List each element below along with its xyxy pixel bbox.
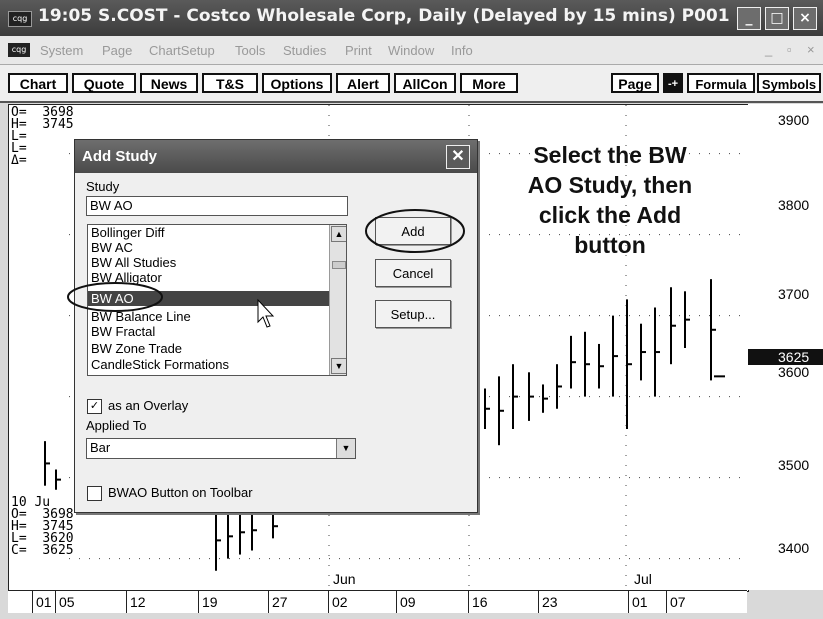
y-tick-label: 3900 — [778, 112, 810, 128]
app-menu-icon[interactable]: cqg — [8, 43, 30, 57]
toolbar-button-checkbox[interactable] — [87, 486, 102, 501]
overlay-checkbox[interactable]: ✓ — [87, 399, 102, 414]
list-item[interactable]: BW AC — [88, 240, 330, 255]
minimize-button[interactable]: _ — [737, 7, 761, 30]
window-title: 19:05 S.COST - Costco Wholesale Corp, Da… — [38, 6, 730, 26]
scroll-thumb[interactable] — [332, 261, 346, 269]
y-tick-label: 3700 — [778, 286, 810, 302]
list-item[interactable]: BW All Studies — [88, 255, 330, 270]
toolbar-button-label: BWAO Button on Toolbar — [108, 485, 253, 500]
app-logo-icon: cqg — [8, 11, 32, 27]
list-item[interactable]: BW Fractal — [88, 324, 330, 339]
menu-info[interactable]: Info — [451, 43, 473, 58]
menu-system[interactable]: System — [40, 43, 83, 58]
chevron-down-icon[interactable]: ▼ — [336, 439, 355, 458]
list-item-selected[interactable]: BW AO — [88, 291, 330, 306]
quote-button[interactable]: Quote — [72, 73, 136, 93]
dialog-close-icon[interactable]: ✕ — [446, 145, 470, 169]
applied-to-label: Applied To — [86, 418, 147, 433]
current-price-label: 3625 — [748, 349, 823, 365]
month-label-jun: Jun — [333, 571, 356, 587]
y-tick-label: 3500 — [778, 457, 810, 473]
more-button[interactable]: More — [460, 73, 518, 93]
cancel-button[interactable]: Cancel — [375, 259, 451, 287]
x-tick-label: 02 — [332, 594, 348, 610]
dialog-title: Add Study — [82, 148, 157, 165]
y-tick-label: 3400 — [778, 540, 810, 556]
symbols-button[interactable]: Symbols — [757, 73, 821, 93]
x-tick-label: 12 — [130, 594, 146, 610]
list-item[interactable]: BW Zone Trade — [88, 341, 330, 356]
news-button[interactable]: News — [140, 73, 198, 93]
list-item[interactable]: BW Alligator — [88, 270, 330, 285]
y-tick-label: 3800 — [778, 197, 810, 213]
chart-button[interactable]: Chart — [8, 73, 68, 93]
x-tick-label: 05 — [59, 594, 75, 610]
month-label-jul: Jul — [634, 571, 652, 587]
menu-tools[interactable]: Tools — [235, 43, 265, 58]
scroll-up-icon[interactable]: ▲ — [331, 226, 346, 242]
x-tick-label: 16 — [472, 594, 488, 610]
menu-page[interactable]: Page — [102, 43, 132, 58]
setup-button[interactable]: Setup... — [375, 300, 451, 328]
toolbar: Chart Quote News T&S Options Alert AllCo… — [0, 65, 823, 103]
instruction-callout: Select the BW AO Study, then click the A… — [527, 142, 693, 258]
add-study-dialog: Add Study ✕ Study BW AO Bollinger Diff B… — [74, 139, 478, 513]
menu-studies[interactable]: Studies — [283, 43, 326, 58]
maximize-button[interactable]: □ — [765, 7, 789, 30]
study-list[interactable]: Bollinger Diff BW AC BW All Studies BW A… — [87, 224, 347, 376]
x-tick-label: 07 — [670, 594, 686, 610]
page-button[interactable]: Page — [611, 73, 659, 93]
allcon-button[interactable]: AllCon — [394, 73, 456, 93]
options-button[interactable]: Options — [262, 73, 332, 93]
bottom-ohlc-readout: 10 Ju O= 3698 H= 3745 L= 3620 C= 3625 — [11, 495, 74, 558]
overlay-label: as an Overlay — [108, 398, 189, 413]
top-ohlc-readout: O= 3698 H= 3745 L= L= Δ= — [11, 105, 74, 168]
scroll-down-icon[interactable]: ▼ — [331, 358, 346, 374]
list-item[interactable]: Bollinger Diff — [88, 225, 330, 240]
formula-button[interactable]: Formula — [687, 73, 755, 93]
applied-to-select[interactable]: Bar ▼ — [86, 438, 356, 459]
menu-window[interactable]: Window — [388, 43, 434, 58]
mdi-restore-button[interactable]: ▫ — [787, 42, 792, 57]
x-tick-label: 27 — [272, 594, 288, 610]
x-tick-label: 01 — [632, 594, 648, 610]
menu-print[interactable]: Print — [345, 43, 372, 58]
x-tick-label: 23 — [542, 594, 558, 610]
title-bar: cqg 19:05 S.COST - Costco Wholesale Corp… — [0, 0, 823, 36]
y-tick-label: 3600 — [778, 364, 810, 380]
x-tick-label: 19 — [202, 594, 218, 610]
price-axis: 3900 3800 3700 3625 3600 3500 3400 — [748, 104, 823, 590]
list-scrollbar[interactable]: ▲ ▼ — [329, 225, 346, 375]
study-label: Study — [86, 179, 120, 194]
study-input[interactable]: BW AO — [86, 196, 348, 216]
date-axis: 01 05 12 19 27 02 09 16 23 01 07 — [8, 590, 747, 613]
alert-button[interactable]: Alert — [336, 73, 390, 93]
list-item[interactable]: BW Balance Line — [88, 309, 330, 324]
close-button[interactable]: × — [793, 7, 817, 30]
page-arrow-button[interactable]: -+ — [663, 73, 683, 93]
dialog-title-bar: Add Study ✕ — [75, 140, 477, 173]
mdi-close-button[interactable]: × — [807, 42, 815, 57]
list-item[interactable]: CandleStick Formations — [88, 357, 330, 372]
menu-bar: cqg System Page ChartSetup Tools Studies… — [0, 36, 823, 65]
x-tick-label: 09 — [400, 594, 416, 610]
menu-chartsetup[interactable]: ChartSetup — [149, 43, 215, 58]
x-tick-label: 01 — [36, 594, 52, 610]
mdi-minimize-button[interactable]: _ — [765, 42, 772, 57]
ts-button[interactable]: T&S — [202, 73, 258, 93]
add-button[interactable]: Add — [375, 217, 451, 245]
